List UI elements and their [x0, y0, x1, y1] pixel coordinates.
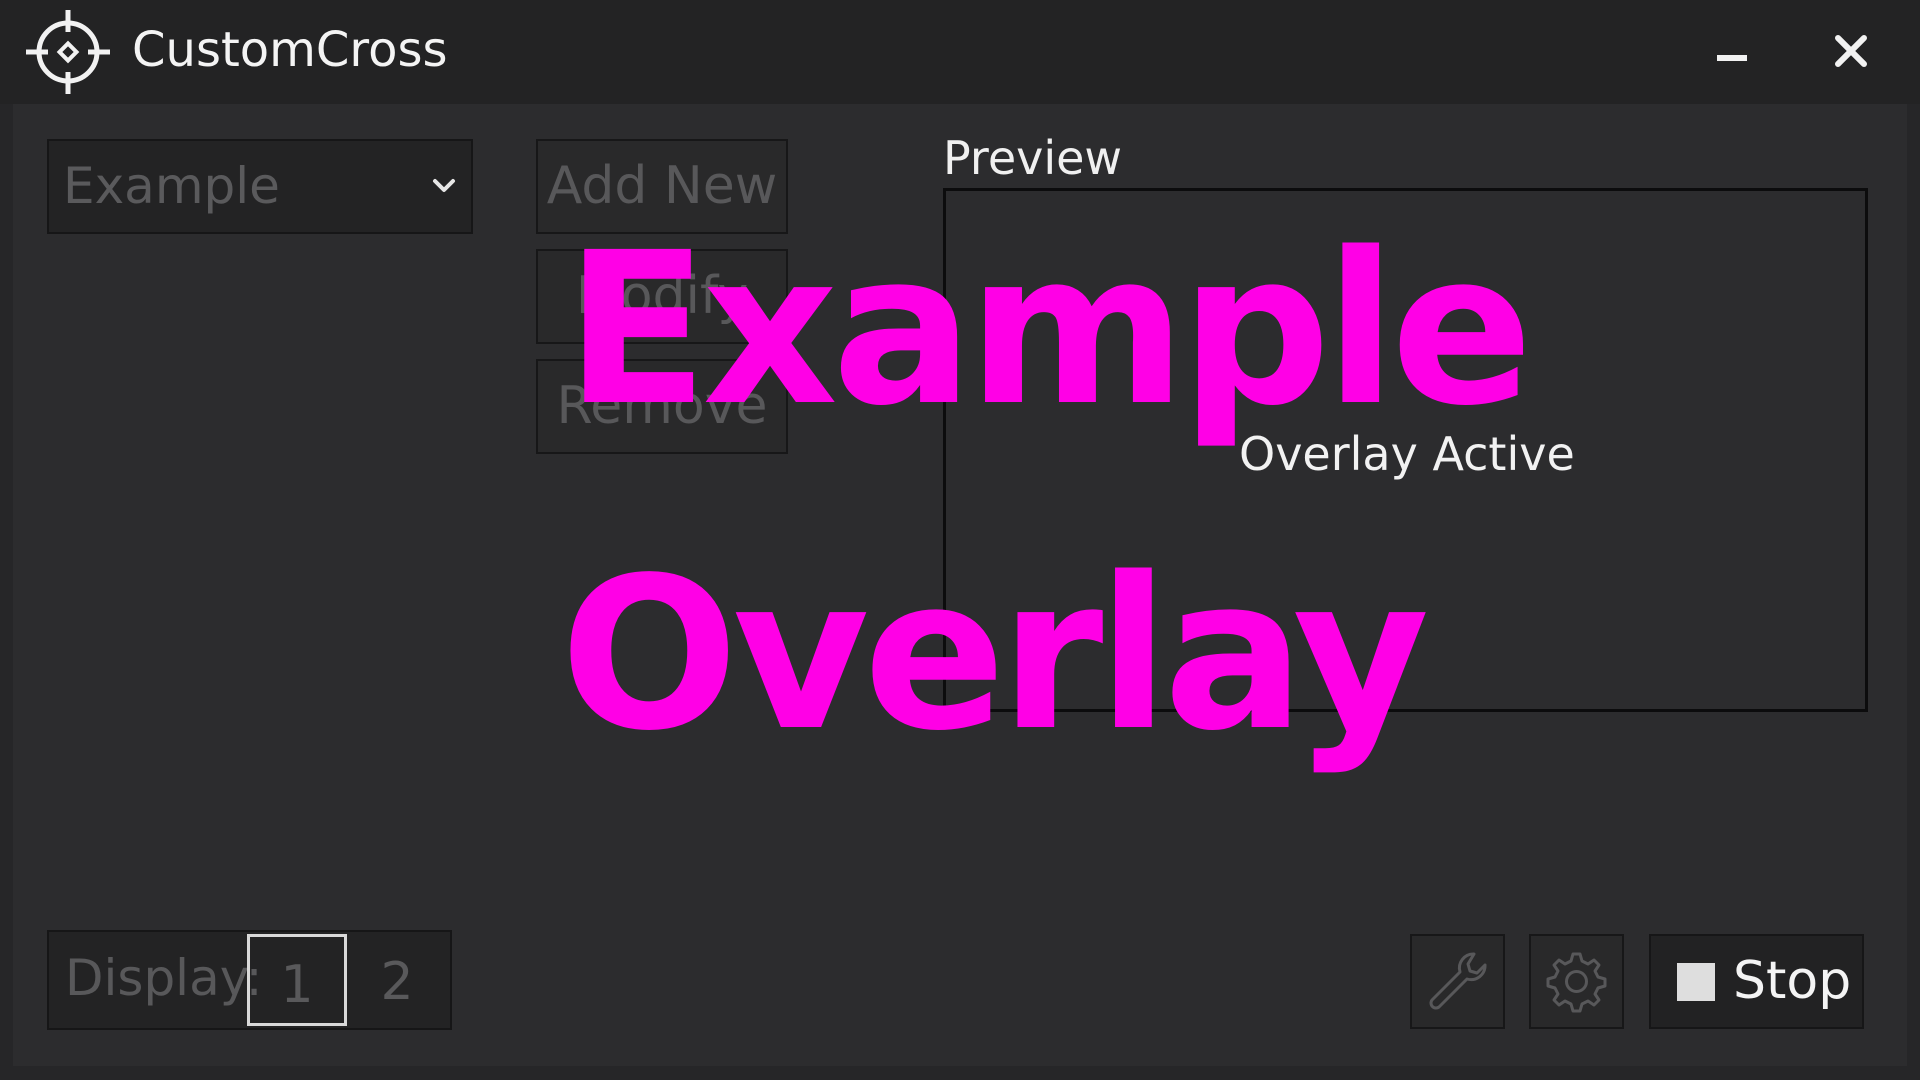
app-title: CustomCross	[132, 22, 448, 78]
title-bar[interactable]: CustomCross	[0, 0, 1920, 104]
stop-button[interactable]: Stop	[1649, 934, 1864, 1029]
close-icon	[1835, 35, 1867, 67]
remove-button[interactable]: Remove	[536, 359, 788, 454]
minimize-icon	[1717, 55, 1747, 61]
minimize-button[interactable]	[1700, 22, 1764, 82]
display-selector: Display: 1 2	[47, 930, 452, 1030]
display-option-2[interactable]: 2	[347, 934, 447, 1026]
tools-button[interactable]	[1410, 934, 1505, 1029]
wrench-icon	[1429, 952, 1487, 1010]
close-button[interactable]	[1820, 22, 1884, 82]
stop-label: Stop	[1733, 951, 1852, 1011]
app-window: CustomCross Example Add New Modify Remov…	[0, 0, 1920, 1080]
settings-button[interactable]	[1529, 934, 1624, 1029]
chevron-down-icon	[433, 179, 455, 192]
overlay-status-text: Overlay Active	[1239, 427, 1575, 481]
display-option-1[interactable]: 1	[247, 934, 347, 1026]
main-content: Example Add New Modify Remove Preview Ov…	[13, 104, 1907, 1066]
add-new-button[interactable]: Add New	[536, 139, 788, 234]
preview-label: Preview	[943, 131, 1123, 185]
profile-dropdown-value: Example	[63, 157, 280, 215]
gear-icon	[1546, 952, 1607, 1013]
modify-button[interactable]: Modify	[536, 249, 788, 344]
stop-square-icon	[1677, 963, 1715, 1001]
crosshair-icon	[26, 10, 110, 94]
display-label: Display:	[65, 949, 263, 1007]
profile-dropdown[interactable]: Example	[47, 139, 473, 234]
